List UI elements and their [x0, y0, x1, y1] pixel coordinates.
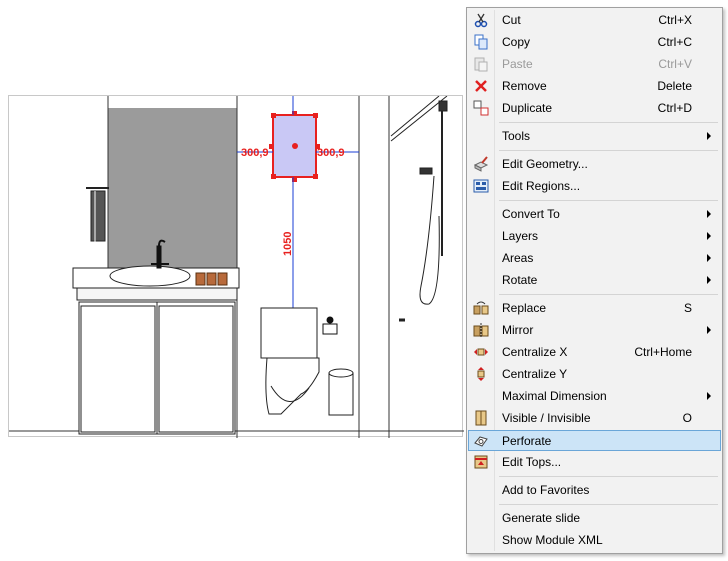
submenu-arrow-icon [707, 326, 711, 334]
menu-item-add-to-favorites[interactable]: Add to Favorites [469, 480, 720, 501]
dark-wall-panel [108, 108, 237, 273]
submenu-arrow-icon [707, 254, 711, 262]
toilet-paper-holder [322, 316, 338, 335]
duplicate-icon [473, 100, 489, 116]
copy-icon [474, 34, 488, 50]
centralize-y-icon [477, 367, 485, 381]
replace-icon [473, 301, 489, 315]
dim-left-label: 300,9 [241, 147, 269, 159]
menu-item-edit-geometry[interactable]: Edit Geometry... [469, 154, 720, 175]
countertop-jars [195, 272, 228, 286]
paste-icon [474, 57, 488, 72]
submenu-arrow-icon [707, 210, 711, 218]
towel-rack [86, 187, 109, 244]
menu-item-perforate[interactable]: Perforate [468, 430, 721, 451]
menu-item-centralize-x[interactable]: Centralize X Ctrl+Home [469, 342, 720, 363]
menu-item-show-module-xml[interactable]: Show Module XML [469, 530, 720, 551]
dim-vertical-label: 1050 [282, 232, 294, 256]
menu-item-maximal-dimension[interactable]: Maximal Dimension [469, 386, 720, 407]
mirror-icon [473, 323, 489, 337]
menu-item-rotate[interactable]: Rotate [469, 270, 720, 291]
menu-item-areas[interactable]: Areas [469, 248, 720, 269]
menu-item-cut[interactable]: Cut Ctrl+X [469, 10, 720, 31]
bathroom-elevation-drawing[interactable]: 300,9 300,9 1050 [9, 96, 464, 438]
edit-tops-icon [474, 455, 488, 469]
visibility-icon [475, 410, 487, 426]
submenu-arrow-icon [707, 132, 711, 140]
menu-item-visible-invisible[interactable]: Visible / Invisible O [469, 408, 720, 429]
submenu-arrow-icon [707, 392, 711, 400]
dim-right-label: 300,9 [317, 147, 345, 159]
edit-regions-icon [473, 179, 489, 193]
menu-item-convert-to[interactable]: Convert To [469, 204, 720, 225]
edit-geometry-icon [473, 156, 489, 172]
context-menu: Cut Ctrl+X Copy Ctrl+C Paste Ctrl+V Remo… [466, 7, 723, 554]
vanity [72, 265, 240, 435]
remove-x-icon [475, 80, 487, 92]
waste-bin [328, 368, 354, 416]
menu-item-edit-tops[interactable]: Edit Tops... [469, 452, 720, 473]
menu-item-replace[interactable]: Replace S [469, 298, 720, 319]
toilet [260, 307, 320, 415]
menu-item-remove[interactable]: Remove Delete [469, 76, 720, 97]
menu-item-copy[interactable]: Copy Ctrl+C [469, 32, 720, 53]
menu-item-mirror[interactable]: Mirror [469, 320, 720, 341]
shower-area [390, 96, 448, 322]
menu-item-edit-regions[interactable]: Edit Regions... [469, 176, 720, 197]
submenu-arrow-icon [707, 276, 711, 284]
menu-item-tools[interactable]: Tools [469, 126, 720, 147]
centralize-x-icon [474, 348, 488, 356]
menu-item-generate-slide[interactable]: Generate slide [469, 508, 720, 529]
menu-item-duplicate[interactable]: Duplicate Ctrl+D [469, 98, 720, 119]
scissors-icon [474, 13, 488, 28]
submenu-arrow-icon [707, 232, 711, 240]
perforate-icon [474, 436, 488, 447]
menu-item-centralize-y[interactable]: Centralize Y [469, 364, 720, 385]
drawing-viewport[interactable]: 300,9 300,9 1050 [8, 95, 464, 438]
menu-item-paste[interactable]: Paste Ctrl+V [469, 54, 720, 75]
menu-item-layers[interactable]: Layers [469, 226, 720, 247]
